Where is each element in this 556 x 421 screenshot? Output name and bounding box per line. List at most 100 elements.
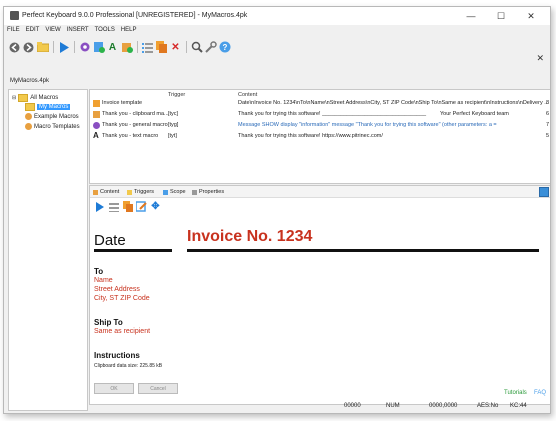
- macro-number: 6: [546, 111, 550, 117]
- svg-text:?: ?: [222, 43, 227, 52]
- tree-item-label: Example Macros: [34, 113, 79, 120]
- tree-item-my-macros[interactable]: My Macros: [25, 103, 71, 111]
- search-icon[interactable]: [190, 41, 203, 54]
- status-kc: KC:44: [510, 403, 527, 409]
- macro-group-icon: [25, 113, 32, 120]
- macro-content: Date\nInvoice No. 1234\nTo\nName\nStreet…: [238, 100, 549, 106]
- menu-tools[interactable]: TOOLS: [92, 27, 118, 37]
- macro-content: Thank you for trying this software! ____…: [238, 111, 427, 117]
- close-panel-icon[interactable]: ✕: [536, 53, 544, 64]
- copy-icon[interactable]: [155, 41, 168, 54]
- close-window-button[interactable]: ✕: [516, 9, 546, 23]
- tree-item-label: My Macros: [37, 104, 71, 110]
- tree-root[interactable]: ⊟ All Macros: [12, 94, 58, 102]
- list-icon[interactable]: [107, 200, 120, 213]
- macro-editor: Content Triggers Scope Properties ✥ Date…: [89, 185, 550, 405]
- list-item[interactable]: Thank you - clipboard ma... [tyc] Thank …: [90, 110, 550, 120]
- collapse-icon[interactable]: ⊟: [12, 95, 16, 101]
- tree-item-macro-templates[interactable]: Macro Templates: [25, 123, 80, 130]
- back-icon[interactable]: [8, 41, 21, 54]
- status-aes: AES:No: [477, 403, 499, 409]
- column-header-content[interactable]: Content: [238, 92, 257, 98]
- status-num: NUM: [386, 403, 400, 409]
- to-city: City, ST ZIP Code: [94, 295, 150, 302]
- macro-trigger: [tyg]: [168, 122, 179, 128]
- list-icon[interactable]: [141, 41, 154, 54]
- text-macro-icon[interactable]: A: [106, 41, 119, 54]
- macro-number: 5: [546, 133, 550, 139]
- app-window: Perfect Keyboard 9.0.0 Professional [UNR…: [3, 6, 551, 414]
- delete-icon[interactable]: ✕: [169, 41, 182, 54]
- macro-name: Invoice template: [102, 100, 143, 106]
- to-street: Street Address: [94, 286, 140, 293]
- status-bar: Tutorials FAQ 00000 NUM 0000,0000 AES:No…: [4, 390, 550, 413]
- macro-content: Message SHOW display "information" messa…: [238, 122, 497, 128]
- column-header-number[interactable]: #: [530, 89, 533, 90]
- list-item[interactable]: A Thank you - text macro [tyt] Thank you…: [90, 131, 550, 142]
- cancel-button[interactable]: Cancel: [138, 383, 178, 394]
- macro-name: Thank you - general macro: [102, 122, 168, 128]
- maximize-button[interactable]: ☐: [486, 9, 516, 23]
- list-item[interactable]: Thank you - general macro [tyg] Message …: [90, 121, 550, 131]
- date-underline: [94, 249, 172, 252]
- macro-name: Thank you - text macro: [102, 133, 159, 139]
- macro-name: Thank you - clipboard ma...: [102, 111, 169, 117]
- date-label: Date: [94, 232, 126, 249]
- macro-content: Thank you for trying this software! http…: [238, 133, 383, 139]
- expand-icon[interactable]: [539, 187, 549, 197]
- move-icon[interactable]: ✥: [149, 200, 162, 213]
- tools-icon[interactable]: [204, 41, 217, 54]
- invoice-title: Invoice No. 1234: [187, 228, 313, 245]
- edit-icon[interactable]: [135, 200, 148, 213]
- macro-number: 7: [546, 122, 550, 128]
- window-title: Perfect Keyboard 9.0.0 Professional [UNR…: [22, 12, 248, 19]
- tab-scope[interactable]: Scope: [163, 189, 186, 195]
- tree-root-label: All Macros: [30, 95, 59, 101]
- faq-link[interactable]: FAQ: [534, 390, 546, 396]
- file-path-label: MyMacros.4pk: [10, 78, 50, 84]
- tab-content[interactable]: Content: [93, 189, 119, 195]
- play-icon[interactable]: [57, 41, 70, 54]
- play-icon[interactable]: [93, 200, 106, 213]
- macro-group-icon: [25, 123, 32, 130]
- macro-trigger: [tyc]: [168, 111, 179, 117]
- text-icon: A: [93, 131, 99, 140]
- menu-view[interactable]: VIEW: [42, 27, 63, 37]
- status-field-3: 0000,0000: [429, 403, 458, 409]
- column-header-trigger[interactable]: Trigger: [168, 92, 185, 98]
- list-item[interactable]: Invoice template Date\nInvoice No. 1234\…: [90, 99, 550, 109]
- help-icon[interactable]: ?: [218, 41, 231, 54]
- gear-icon[interactable]: [78, 41, 91, 54]
- ship-to-value: Same as recipient: [94, 328, 151, 335]
- editor-tabs: Content Triggers Scope Properties: [90, 186, 550, 198]
- open-folder-icon[interactable]: [36, 41, 49, 54]
- macro-content-extra: Your Perfect Keyboard team: [440, 111, 509, 117]
- tutorials-link[interactable]: Tutorials: [504, 390, 527, 396]
- minimize-button[interactable]: —: [456, 9, 486, 23]
- template-icon: [93, 100, 100, 107]
- menu-file[interactable]: FILE: [4, 27, 23, 37]
- tab-triggers[interactable]: Triggers: [127, 189, 154, 195]
- invoice-header: Date Invoice No. 1234: [90, 224, 550, 254]
- to-heading: To: [94, 267, 104, 276]
- title-bar: Perfect Keyboard 9.0.0 Professional [UNR…: [4, 7, 550, 25]
- macro-trigger: [tyt]: [168, 133, 177, 139]
- copy-icon[interactable]: [121, 200, 134, 213]
- menu-help[interactable]: HELP: [118, 27, 140, 37]
- ok-button[interactable]: OK: [94, 383, 134, 394]
- app-icon: [10, 11, 19, 20]
- folder-icon: [18, 94, 29, 102]
- clipboard-macro-icon[interactable]: [120, 41, 133, 54]
- tree-item-label: Macro Templates: [34, 123, 80, 130]
- forward-icon[interactable]: [22, 41, 35, 54]
- tab-properties[interactable]: Properties: [192, 189, 224, 195]
- menu-insert[interactable]: INSERT: [64, 27, 92, 37]
- menu-edit[interactable]: EDIT: [23, 27, 43, 37]
- ship-to-heading: Ship To: [94, 318, 123, 327]
- tree-item-example-macros[interactable]: Example Macros: [25, 113, 79, 120]
- new-macro-icon[interactable]: [92, 41, 105, 54]
- to-name: Name: [94, 277, 113, 284]
- clipboard-icon: [93, 111, 100, 118]
- clipboard-size: Clipboard data size: 225.85 kB: [94, 363, 163, 369]
- invoice-underline: [187, 249, 539, 252]
